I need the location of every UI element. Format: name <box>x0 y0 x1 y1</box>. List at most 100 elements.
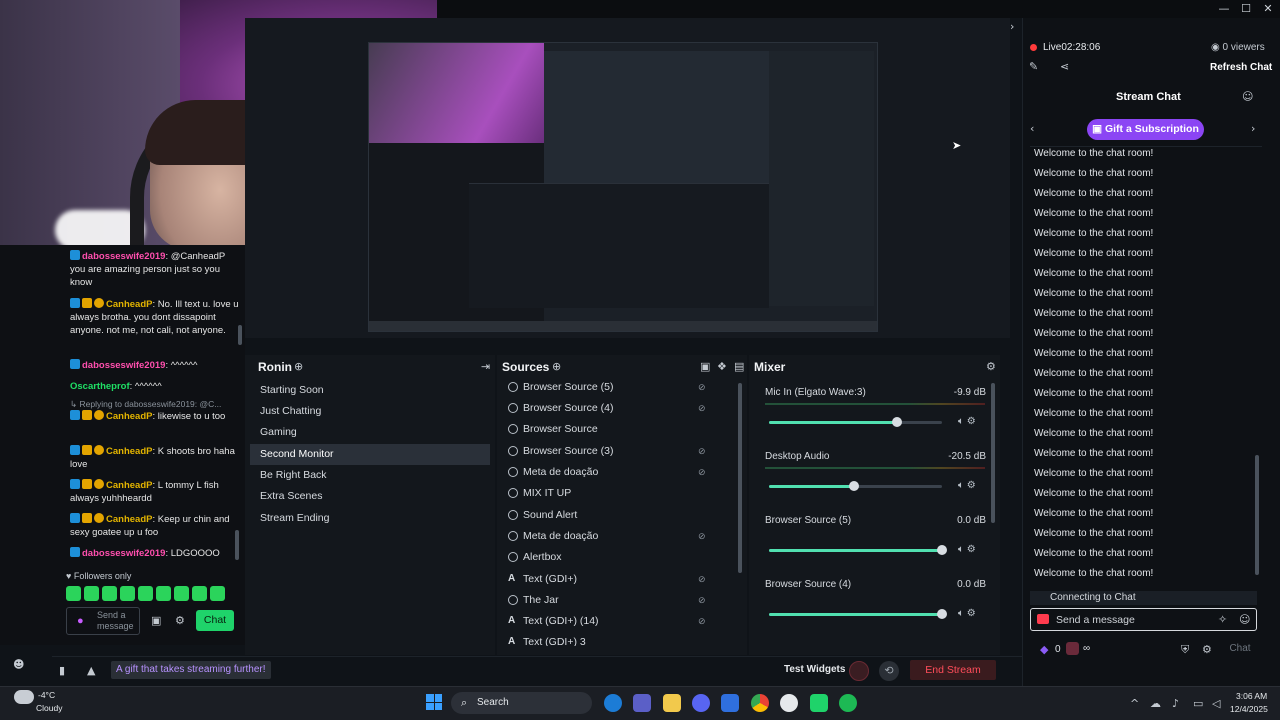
shield-icon[interactable]: ⛨ <box>1181 643 1189 657</box>
right-chat-button[interactable]: Chat <box>1222 640 1258 658</box>
edit-icon[interactable]: ✎ <box>1029 60 1038 73</box>
streamlabs-icon[interactable] <box>810 694 828 712</box>
right-chat-scrollbar[interactable] <box>1255 455 1259 575</box>
left-chat-input[interactable]: ● Send a message <box>66 607 140 635</box>
scenes-title: Ronin <box>258 360 292 374</box>
right-chat-input[interactable]: Send a message ✧ ☺ <box>1030 608 1257 631</box>
chat-settings-icon[interactable]: ⚙ <box>1202 643 1212 656</box>
mixer-slider[interactable] <box>769 545 947 555</box>
promo-banner[interactable]: A gift that takes streaming further! <box>111 661 271 679</box>
record-icon <box>1037 614 1049 624</box>
collapse-right-icon[interactable]: › <box>1010 20 1014 33</box>
network-icon[interactable]: ▭ <box>1193 697 1203 710</box>
source-filter-icon[interactable]: ❖ <box>717 360 727 373</box>
source-item[interactable]: MIX IT UP <box>503 483 718 504</box>
source-item[interactable]: Browser Source <box>503 419 718 440</box>
user-list-icon[interactable]: ☺ <box>1242 90 1253 103</box>
source-item[interactable]: The Jar ⊘ <box>503 590 718 611</box>
scene-item[interactable]: Be Right Back <box>250 465 490 486</box>
mute-icon[interactable]: 🔈︎ ⚙ <box>958 416 976 427</box>
refresh-chat-button[interactable]: Refresh Chat <box>1210 62 1272 73</box>
chat-message: Welcome to the chat room! <box>1034 528 1154 539</box>
gift-icon[interactable]: ▣ <box>151 614 161 627</box>
tray-app-icon[interactable]: ☁ <box>1150 697 1161 710</box>
mute-icon[interactable]: 🔈︎ ⚙ <box>958 544 976 555</box>
source-layout-icon[interactable]: ▣ <box>700 360 710 373</box>
chat-message: Welcome to the chat room! <box>1034 308 1154 319</box>
app-icon[interactable] <box>721 694 739 712</box>
share-icon[interactable]: ⋖ <box>1060 60 1069 73</box>
source-item[interactable]: A Text (GDI+) 3 <box>503 632 718 646</box>
mixer-slider[interactable] <box>769 481 942 491</box>
stats-icon[interactable]: ▮ <box>59 664 65 677</box>
carousel-next-icon[interactable]: › <box>1251 122 1255 135</box>
source-item[interactable]: Meta de doação ⊘ <box>503 526 718 547</box>
emote-row[interactable] <box>66 586 236 602</box>
points-count: 0 <box>1055 644 1061 655</box>
chat-message: CanheadP: K shoots bro haha love <box>70 445 235 470</box>
end-stream-button[interactable]: End Stream <box>910 660 996 680</box>
teams-icon[interactable] <box>633 694 651 712</box>
clock-date: 12/4/2025 <box>1230 704 1268 714</box>
source-item[interactable]: Sound Alert <box>503 505 718 526</box>
chat-message: CanheadP: Keep ur chin and sexy goatee u… <box>70 513 230 538</box>
scene-collapse-icon[interactable]: ⇥ <box>481 360 490 373</box>
mixer-scrollbar[interactable] <box>991 383 995 523</box>
mixer-slider[interactable] <box>769 609 947 619</box>
live-timer: Live02:28:06 <box>1043 42 1101 53</box>
gift-subscription-button[interactable]: ▣ Gift a Subscription <box>1087 119 1204 140</box>
chat-settings-icon[interactable]: ⚙ <box>175 614 185 627</box>
discord-icon[interactable] <box>692 694 710 712</box>
source-item[interactable]: Meta de doação ⊘ <box>503 462 718 483</box>
chrome-icon[interactable] <box>751 694 769 712</box>
source-folder-icon[interactable]: ▤ <box>734 360 744 373</box>
scene-item[interactable]: Gaming <box>250 422 490 443</box>
replay-icon[interactable]: ⟲ <box>879 661 899 681</box>
add-source-icon[interactable]: ⊕ <box>552 360 561 373</box>
chat-message: CanheadP: likewise to u too <box>70 410 240 423</box>
sources-scrollbar[interactable] <box>738 383 742 573</box>
chat-message: CanheadP: L tommy L fish always yuhhhear… <box>70 479 219 504</box>
start-icon[interactable] <box>426 694 442 710</box>
source-item[interactable]: Browser Source (5) ⊘ <box>503 377 718 398</box>
mixer-settings-icon[interactable]: ⚙ <box>986 360 996 373</box>
magic-icon[interactable]: ✧ <box>1218 613 1227 626</box>
source-item[interactable]: Browser Source (3) ⊘ <box>503 441 718 462</box>
maximize-icon[interactable]: ☐ <box>1237 2 1255 16</box>
close-icon[interactable]: ✕ <box>1259 2 1277 16</box>
tray-mic-icon[interactable]: ♪ <box>1172 697 1179 710</box>
file-explorer-icon[interactable] <box>663 694 681 712</box>
sources-title: Sources <box>502 360 550 374</box>
scene-item[interactable]: Extra Scenes <box>250 486 490 507</box>
emoji-icon[interactable]: ☺ <box>1239 613 1250 626</box>
scene-item[interactable]: Stream Ending <box>250 508 490 529</box>
profile-icon[interactable]: ☻ <box>13 658 24 671</box>
mute-icon[interactable]: 🔈︎ ⚙ <box>958 608 976 619</box>
send-message-placeholder: Send a message <box>1056 614 1135 626</box>
taskbar-search[interactable]: ⌕ Search <box>451 692 592 714</box>
add-scene-icon[interactable]: ⊕ <box>294 360 303 373</box>
volume-icon[interactable]: ◁ <box>1212 697 1220 710</box>
spotify-icon[interactable] <box>839 694 857 712</box>
test-widgets-button[interactable]: Test Widgets <box>784 664 845 675</box>
source-item[interactable]: A Text (GDI+) (14) ⊘ <box>503 611 718 632</box>
mixer-channel-label: Mic In (Elgato Wave:3) <box>765 387 866 398</box>
scene-item-active[interactable]: Second Monitor <box>250 444 490 465</box>
obs-icon[interactable] <box>780 694 798 712</box>
mixer-meter <box>765 403 985 405</box>
edge-icon[interactable] <box>604 694 622 712</box>
left-chat-button[interactable]: Chat <box>196 610 234 631</box>
source-item[interactable]: A Text (GDI+) ⊘ <box>503 569 718 590</box>
mute-icon[interactable]: 🔈︎ ⚙ <box>958 480 976 491</box>
minimize-icon[interactable]: — <box>1215 2 1233 16</box>
source-item[interactable]: Alertbox <box>503 547 718 568</box>
record-button[interactable] <box>849 661 869 681</box>
warning-icon[interactable]: ▲ <box>87 664 95 677</box>
carousel-prev-icon[interactable]: ‹ <box>1030 122 1034 135</box>
source-item[interactable]: Browser Source (4) ⊘ <box>503 398 718 419</box>
scene-item[interactable]: Just Chatting <box>250 401 490 422</box>
chat-message: Welcome to the chat room! <box>1034 408 1154 419</box>
scene-item[interactable]: Starting Soon <box>250 380 490 401</box>
tray-chevron-icon[interactable]: ^ <box>1130 697 1139 710</box>
mixer-slider[interactable] <box>769 417 942 427</box>
